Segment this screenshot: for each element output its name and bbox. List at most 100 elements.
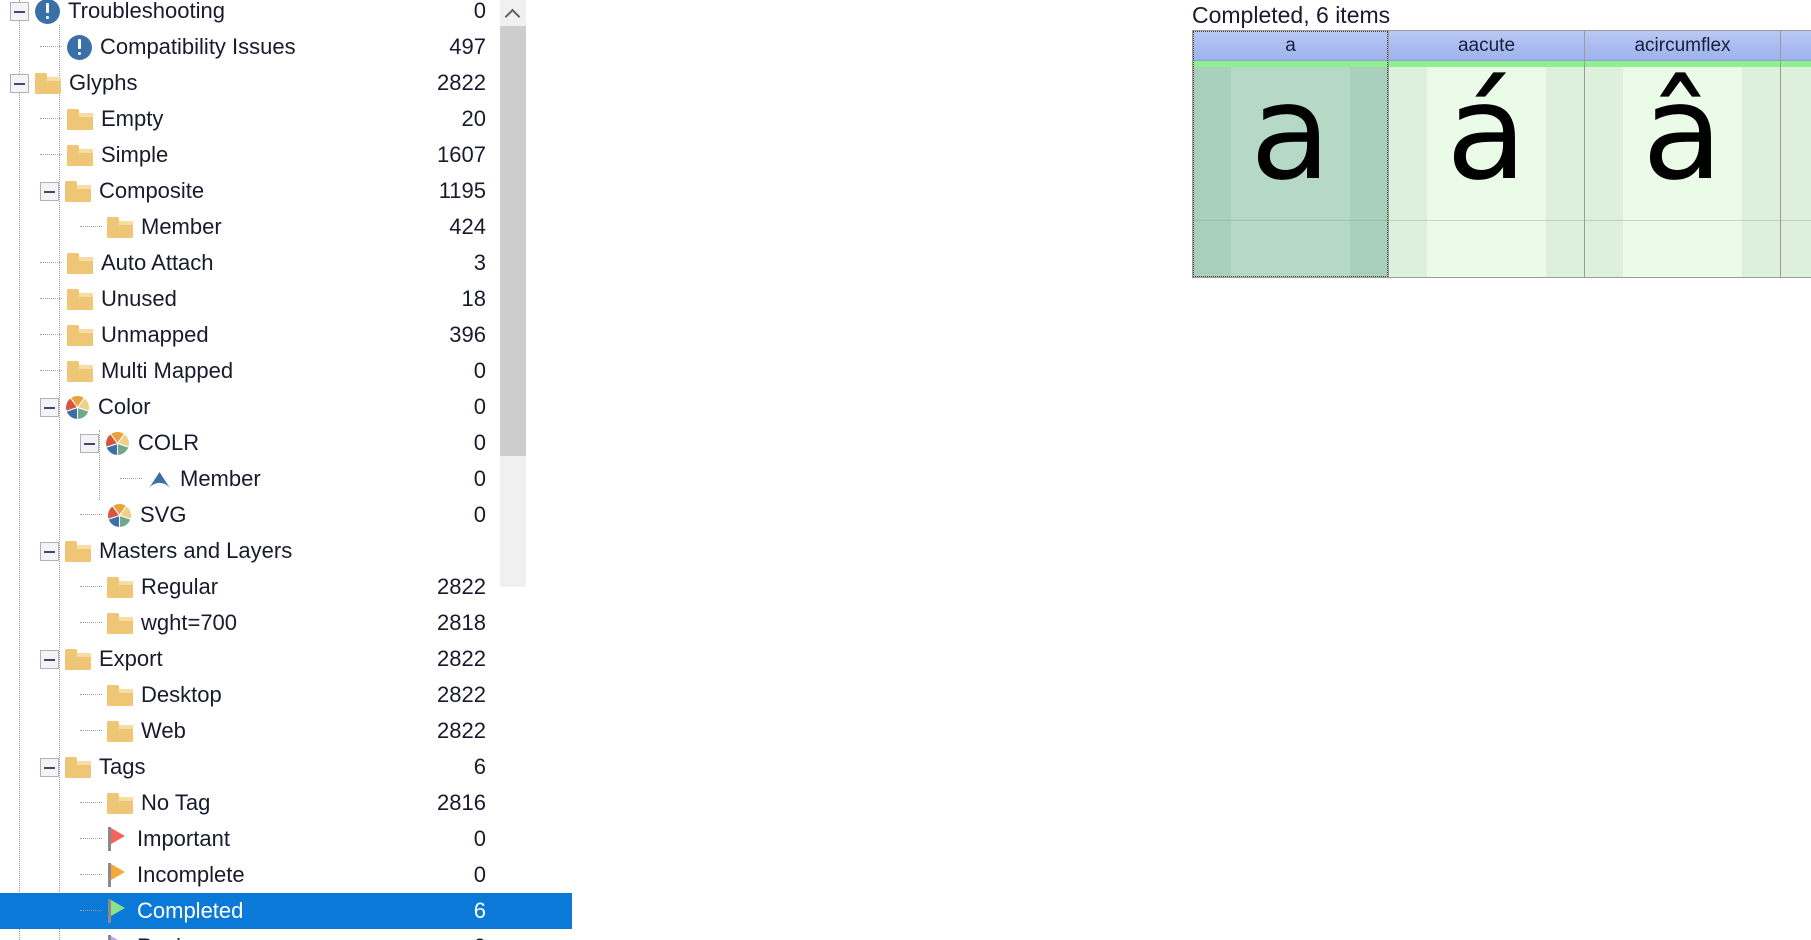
info-icon xyxy=(67,34,92,60)
folder-icon xyxy=(67,108,93,130)
tree-row-label: No Tag xyxy=(141,790,211,815)
tree-row-label: Tags xyxy=(99,754,146,779)
tree-row[interactable]: Desktop 2822 xyxy=(0,677,572,713)
glyph-cell[interactable]: aacute á xyxy=(1389,31,1585,277)
tree-row[interactable]: Member 0 xyxy=(0,461,572,497)
tree-row-count: 0 xyxy=(473,502,486,527)
tree-row[interactable]: Compatibility Issues 497 xyxy=(0,29,572,65)
info-icon xyxy=(35,0,60,24)
tree-row[interactable]: Empty 20 xyxy=(0,101,572,137)
tree-vertical-scrollbar[interactable] xyxy=(500,0,526,587)
tree-row-count: 0 xyxy=(473,358,486,383)
tree-row-count: 0 xyxy=(473,862,486,887)
tree-row[interactable]: Unmapped 396 xyxy=(0,317,572,353)
tree-row-label: Desktop xyxy=(141,682,222,707)
tree-row[interactable]: Color 0 xyxy=(0,389,572,425)
color-pie-icon xyxy=(107,502,132,528)
tree-row[interactable]: Regular 2822 xyxy=(0,569,572,605)
tree-row-list[interactable]: Troubleshooting 0 Compatibility Issues 497 G… xyxy=(0,0,572,940)
tree-row[interactable]: SVG 0 xyxy=(0,497,572,533)
tree-row-count: 2822 xyxy=(437,646,486,671)
folder-icon xyxy=(107,216,133,238)
tree-connector xyxy=(40,370,62,372)
folder-icon xyxy=(107,684,133,706)
folder-icon xyxy=(67,252,93,274)
tree-row-label: Web xyxy=(141,718,186,743)
expander-collapse-icon[interactable] xyxy=(40,757,59,777)
tree-row-count: 2816 xyxy=(437,790,486,815)
tree-row[interactable]: Review 0 xyxy=(0,929,572,940)
glyph-cell[interactable]: acutecomb ´ xyxy=(1781,31,1811,277)
chevron-up-icon[interactable] xyxy=(500,0,526,26)
tree-row-count: 0 xyxy=(473,466,486,491)
tree-row[interactable]: Masters and Layers xyxy=(0,533,572,569)
flag-orange-icon xyxy=(107,863,129,887)
folder-icon xyxy=(107,720,133,742)
expander-collapse-icon[interactable] xyxy=(40,397,59,417)
tree-row[interactable]: Export 2822 xyxy=(0,641,572,677)
tree-row-label: Completed xyxy=(137,898,244,923)
expander-collapse-icon[interactable] xyxy=(80,433,99,453)
tree-row-count: 396 xyxy=(449,322,486,347)
tree-row-count: 20 xyxy=(461,106,486,131)
tree-row[interactable]: Multi Mapped 0 xyxy=(0,353,572,389)
scrollbar-thumb[interactable] xyxy=(500,26,526,456)
tree-row-label: Important xyxy=(137,826,230,851)
tree-row[interactable]: No Tag 2816 xyxy=(0,785,572,821)
expander-collapse-icon[interactable] xyxy=(10,73,29,93)
tree-row-label: Masters and Layers xyxy=(99,538,293,563)
tree-row-count: 0 xyxy=(474,929,486,940)
glyph-cell-grid[interactable]: aaaacuteáacircumflexâacutecomb´circumfle… xyxy=(1192,30,1811,278)
glyph-tree-panel[interactable]: Troubleshooting 0 Compatibility Issues 497 G… xyxy=(0,0,572,940)
tree-row-label: Troubleshooting xyxy=(68,0,225,23)
tree-row[interactable]: wght=700 2818 xyxy=(0,605,572,641)
folder-icon xyxy=(67,288,93,310)
glyph-cell-selected[interactable]: aa xyxy=(1193,31,1389,277)
tree-row[interactable]: Member 424 xyxy=(0,209,572,245)
tree-row[interactable]: Composite 1195 xyxy=(0,173,572,209)
tree-connector xyxy=(80,730,102,732)
tree-row-label: Unused xyxy=(101,286,177,311)
tree-row-count: 3 xyxy=(473,250,486,275)
folder-icon xyxy=(65,540,91,562)
expander-collapse-icon[interactable] xyxy=(40,541,59,561)
blue-wedge-icon xyxy=(147,470,172,489)
tree-row-label: Empty xyxy=(101,106,164,131)
glyph-cell-body: á xyxy=(1389,67,1584,277)
expander-collapse-icon[interactable] xyxy=(40,649,59,669)
tree-row[interactable]: Tags 6 xyxy=(0,749,572,785)
tree-connector xyxy=(80,622,102,624)
expander-collapse-icon[interactable] xyxy=(40,181,59,201)
tree-row[interactable]: Simple 1607 xyxy=(0,137,572,173)
tree-row[interactable]: Important 0 xyxy=(0,821,572,857)
tree-connector xyxy=(40,154,62,156)
folder-icon xyxy=(107,792,133,814)
tree-row-count: 0 xyxy=(473,430,486,455)
flag-red-icon xyxy=(107,827,129,851)
folder-icon xyxy=(107,576,133,598)
tree-row-count: 0 xyxy=(473,0,486,23)
tree-row-label: Compatibility Issues xyxy=(100,34,296,59)
tree-row-count: 1607 xyxy=(437,142,486,167)
tree-row-selected[interactable]: Completed 6 xyxy=(0,893,572,929)
tree-row-count: 6 xyxy=(473,754,486,779)
tree-connector xyxy=(40,298,62,300)
tree-row[interactable]: Web 2822 xyxy=(0,713,572,749)
glyph-outline: a xyxy=(1250,67,1331,210)
expander-collapse-icon[interactable] xyxy=(10,1,29,21)
tree-row[interactable]: Incomplete 0 xyxy=(0,857,572,893)
tree-row[interactable]: Unused 18 xyxy=(0,281,572,317)
tree-row-count: 2822 xyxy=(437,718,486,743)
tree-row[interactable]: Auto Attach 3 xyxy=(0,245,572,281)
tree-row-label: Export xyxy=(99,646,163,671)
tree-row[interactable]: COLR 0 xyxy=(0,425,572,461)
tree-connector xyxy=(80,802,102,804)
tree-row[interactable]: Glyphs 2822 xyxy=(0,65,572,101)
tree-row-count: 497 xyxy=(449,34,486,59)
glyph-cell[interactable]: acircumflex â xyxy=(1585,31,1781,277)
tree-row[interactable]: Troubleshooting 0 xyxy=(0,0,572,29)
tree-row-label: COLR xyxy=(138,430,200,455)
tree-connector xyxy=(80,838,102,840)
application-window: Troubleshooting 0 Compatibility Issues 497 G… xyxy=(0,0,1811,940)
tree-connector xyxy=(40,118,62,120)
